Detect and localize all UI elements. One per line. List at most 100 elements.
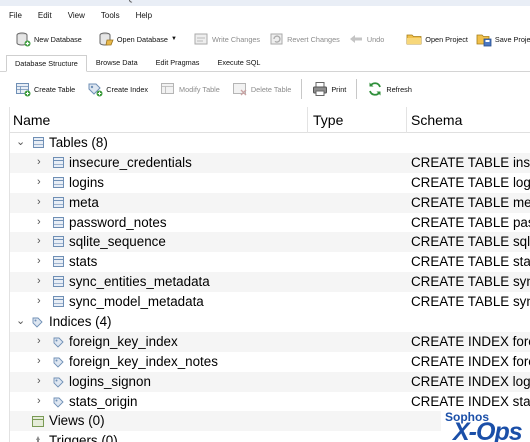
tab-database-structure[interactable]: Database Structure [6,55,87,72]
sophos-xops-watermark: Sophos X-Ops [441,410,530,442]
revert-changes-label: Revert Changes [287,34,340,44]
trigger-group-icon [32,435,44,442]
create-table-icon [15,81,31,97]
menu-view[interactable]: View [60,6,93,26]
undo-button[interactable]: Undo [344,28,388,50]
table-icon [53,176,64,188]
chevron-down-icon[interactable]: ▼ [171,36,177,42]
index-row[interactable]: › logins_signon CREATE INDEX logins [10,371,530,392]
chevron-right-icon[interactable]: › [37,335,41,347]
index-row[interactable]: › foreign_key_index_notes CREATE INDEX f… [10,352,530,372]
refresh-icon [367,81,383,97]
table-schema: CREATE TABLE meta [411,194,530,210]
open-database-label: Open Database [116,34,168,44]
new-database-button[interactable]: New Database [11,28,86,50]
index-row[interactable]: › stats_origin CREATE INDEX stats_ [10,392,530,412]
open-database-button[interactable]: Open Database ▼ [94,28,181,50]
index-row[interactable]: › foreign_key_index CREATE INDEX foreig [10,331,530,352]
index-icon [53,396,64,408]
menu-edit[interactable]: Edit [30,6,60,26]
chevron-right-icon[interactable]: › [37,216,41,228]
tab-browse-data[interactable]: Browse Data [87,55,147,71]
index-name: stats_origin [69,393,138,409]
modify-table-button[interactable]: Modify Table [154,78,226,100]
tab-edit-pragmas[interactable]: Edit Pragmas [147,55,209,71]
chevron-right-icon[interactable]: › [37,255,41,267]
tab-execute-sql[interactable]: Execute SQL [208,55,269,71]
revert-changes-icon [268,31,284,47]
tree-group-label: Views (0) [49,413,105,429]
chevron-right-icon[interactable]: › [37,375,41,387]
printer-icon [312,81,328,97]
column-header-schema[interactable]: Schema [411,112,462,128]
menu-help[interactable]: Help [128,6,160,26]
table-name: sqlite_sequence [69,234,166,250]
tree-group-tables[interactable]: ⌄ Tables (8) [10,133,530,153]
create-table-label: Create Table [34,84,76,94]
chevron-right-icon[interactable]: › [37,235,41,247]
table-icon [53,156,64,168]
table-schema: CREATE TABLE passw [411,214,530,230]
chevron-right-icon[interactable]: › [37,275,41,287]
modify-table-icon [160,81,176,97]
table-row[interactable]: › sync_model_metadata CREATE TABLE sync_ [10,292,530,312]
index-icon [53,336,64,348]
tree-group-indices[interactable]: ⌄ Indices (4) [10,312,530,332]
table-row[interactable]: › insecure_credentials CREATE TABLE inse… [10,152,530,173]
column-header-name[interactable]: Name [13,112,50,128]
new-database-label: New Database [34,34,82,44]
undo-label: Undo [366,34,385,44]
index-schema: CREATE INDEX stats_ [411,393,530,409]
table-icon [53,276,64,288]
table-row[interactable]: › password_notes CREATE TABLE passw [10,213,530,233]
delete-table-button[interactable]: Delete Table [226,78,297,100]
main-tab-bar: Database Structure Browse Data Edit Prag… [0,55,530,72]
refresh-label: Refresh [386,84,412,94]
table-name: sync_entities_metadata [69,274,210,290]
print-button[interactable]: Print [306,78,352,100]
menu-file[interactable]: File [0,6,30,26]
table-schema: CREATE TABLE insec [411,154,530,170]
save-project-label: Save Project [494,34,530,44]
column-divider[interactable] [307,107,308,133]
toolbar-separator [301,79,303,99]
revert-changes-button[interactable]: Revert Changes [264,28,344,50]
open-database-icon [98,31,114,47]
print-label: Print [331,84,347,94]
index-group-icon [32,316,43,328]
structure-toolbar: Create Table Create Index Modify Table D… [0,76,530,102]
table-row[interactable]: › stats CREATE TABLE stats [10,252,530,272]
chevron-down-icon[interactable]: ⌄ [16,135,25,148]
create-index-button[interactable]: Create Index [81,78,154,100]
chevron-right-icon[interactable]: › [37,156,41,168]
table-group-icon [33,137,44,148]
table-row[interactable]: › meta CREATE TABLE meta [10,192,530,213]
column-header-type[interactable]: Type [313,112,343,128]
tree-group-label: Indices (4) [49,314,112,330]
table-icon [53,216,64,228]
table-name: insecure_credentials [69,154,192,170]
write-changes-button[interactable]: Write Changes [189,28,264,50]
chevron-right-icon[interactable]: › [37,295,41,307]
table-row[interactable]: › sqlite_sequence CREATE TABLE sqlite [10,232,530,253]
table-row[interactable]: › logins CREATE TABLE logins [10,173,530,193]
table-name: sync_model_metadata [69,294,204,310]
chevron-down-icon[interactable]: ⌄ [16,314,25,327]
column-divider[interactable] [406,107,407,133]
chevron-right-icon[interactable]: › [37,176,41,188]
chevron-right-icon[interactable]: › [37,395,41,407]
delete-table-icon [232,81,248,97]
refresh-button[interactable]: Refresh [361,78,418,100]
menu-bar: File Edit View Tools Help [0,6,530,26]
index-name: foreign_key_index [69,333,178,349]
table-row[interactable]: › sync_entities_metadata CREATE TABLE sy… [10,272,530,293]
open-project-button[interactable]: Open Project [402,28,472,50]
undo-icon [348,31,364,47]
schema-tree[interactable]: Name Type Schema ⌄ Tables (8) › insecure… [9,107,530,442]
create-table-button[interactable]: Create Table [9,78,81,100]
save-project-button[interactable]: Save Project [472,28,530,50]
index-icon [53,356,64,368]
menu-tools[interactable]: Tools [93,6,128,26]
chevron-right-icon[interactable]: › [37,355,41,367]
chevron-right-icon[interactable]: › [37,196,41,208]
